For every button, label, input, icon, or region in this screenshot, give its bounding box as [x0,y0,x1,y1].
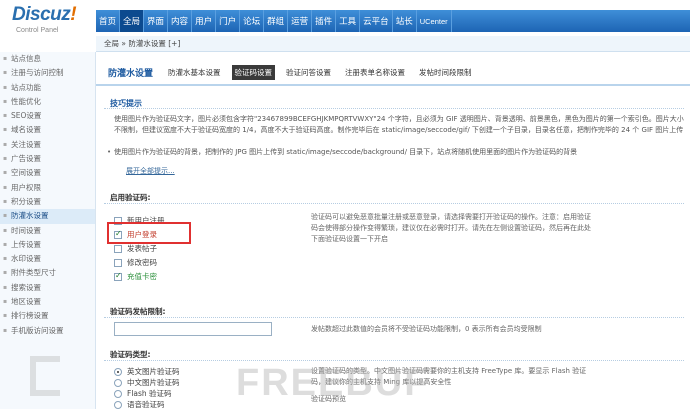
captcha-option-checkbox[interactable]: 发表帖子 [114,243,157,254]
divider [104,317,684,318]
checkbox-label: 发表帖子 [127,244,157,253]
captcha-enable-label: 启用验证码: [110,193,151,202]
settings-tab[interactable]: 防灌水基本设置 [165,65,224,80]
checkbox-label: 修改密码 [127,258,157,267]
tip-item: 使用图片作为验证码文字，图片必须包含字符"23467899BCEFGHJKMPQ… [114,114,686,136]
checkbox-box[interactable] [114,271,122,281]
sidebar-item[interactable]: 站点功能 [0,81,95,96]
radio-label: 语音验证码 [127,400,165,409]
post-limit-label: 验证码发帖限制: [110,307,166,316]
sidebar-item[interactable]: 时间设置 [0,224,95,239]
settings-page-title: 防灌水设置 [108,68,154,79]
sidebar-item[interactable]: 手机版访问设置 [0,324,95,339]
watermark: FREEBUF [236,362,430,404]
captcha-type-radio[interactable]: Flash 验证码 [114,388,172,399]
sidebar-item[interactable]: 地区设置 [0,295,95,310]
settings-tab[interactable]: 注册表单名称设置 [342,65,408,80]
topnav-item[interactable]: 站长 [393,10,417,32]
sidebar-item[interactable]: 水印设置 [0,252,95,267]
captcha-type-radio[interactable]: 英文图片验证码 [114,366,180,377]
sidebar-item[interactable]: SEO设置 [0,109,95,124]
sidebar-item[interactable]: 排行榜设置 [0,309,95,324]
top-navigation: 首页 全局 界面 内容 用户 门户 论坛 群组 运营 插件 工具 云平台 站长 UCenter [96,10,690,32]
checkbox-box[interactable] [114,258,122,267]
topnav-item[interactable]: 内容 [168,10,193,32]
topnav-item[interactable]: 云平台 [360,10,393,32]
settings-tab[interactable]: 验证码设置 [231,64,276,80]
radio-label: 英文图片验证码 [127,367,180,376]
radio-dot[interactable] [114,400,122,409]
sidebar-item[interactable]: 空间设置 [0,166,95,181]
sidebar-item[interactable]: 域名设置 [0,123,95,138]
topnav-item[interactable]: UCenter [417,10,452,32]
breadcrumb: 全局 » 防灌水设置 [+] [96,36,690,52]
sidebar-item[interactable]: 防灌水设置 [0,209,95,224]
topnav-item[interactable]: 插件 [312,10,337,32]
freebuf-watermark-icon [30,356,60,396]
settings-tabs: 防灌水设置 防灌水基本设置 验证码设置 验证问答设置 注册表单名称设置 发帖时间段限制 [96,60,690,86]
topnav-item[interactable]: 群组 [264,10,289,32]
captcha-option-checkbox[interactable]: 修改密码 [114,257,157,268]
topnav-item[interactable]: 门户 [216,10,241,32]
sidebar-item[interactable]: 上传设置 [0,238,95,253]
topnav-item[interactable]: 工具 [336,10,361,32]
settings-tab[interactable]: 发帖时间段限制 [416,65,475,80]
sidebar-item[interactable]: 积分设置 [0,195,95,210]
checkbox-box[interactable] [114,244,122,253]
sidebar-item[interactable]: 用户权限 [0,181,95,196]
radio-dot[interactable] [114,378,122,387]
captcha-type-label: 验证码类型: [110,350,151,359]
topnav-item[interactable]: 运营 [288,10,313,32]
post-limit-description: 发帖数超过此数值的会员将不受验证码功能限制，0 表示所有会员均受限制 [311,325,542,333]
discuz-logo[interactable]: Discuz! [12,4,77,26]
topnav-item[interactable]: 界面 [144,10,169,32]
captcha-type-radio[interactable]: 语音验证码 [114,399,165,409]
show-all-tips-link[interactable]: 展开全部提示... [126,166,175,176]
divider [104,203,684,204]
radio-label: 中文图片验证码 [127,378,180,387]
sidebar-item[interactable]: 附件类型尺寸 [0,266,95,281]
checkbox-label: 充值卡密 [127,272,157,281]
topnav-item[interactable]: 全局 [120,10,145,32]
divider [104,108,684,109]
captcha-option-checkbox[interactable]: 充值卡密 [114,271,157,282]
captcha-enable-description: 验证码可以避免恶意批量注册或恶意登录，请选择需要打开验证码的操作。注意：启用验证… [311,213,591,243]
radio-label: Flash 验证码 [127,389,172,398]
post-limit-input[interactable] [114,322,272,336]
sidebar-item[interactable]: 搜索设置 [0,281,95,296]
topnav-item[interactable]: 用户 [192,10,217,32]
topnav-item[interactable]: 论坛 [240,10,265,32]
captcha-type-radio[interactable]: 中文图片验证码 [114,377,180,388]
brand-logo-area: Discuz! Control Panel [0,0,96,38]
logo-subtitle: Control Panel [16,27,59,34]
sidebar-item[interactable]: 广告设置 [0,152,95,167]
sidebar-item[interactable]: 关注设置 [0,138,95,153]
tip-item: 使用图片作为验证码的背景，把制作的 JPG 图片上传到 static/image… [107,147,686,158]
sidebar-item[interactable]: 站点信息 [0,52,95,67]
topnav-item[interactable]: 首页 [96,10,121,32]
highlight-annotation-box [107,222,191,244]
sidebar-item[interactable]: 注册与访问控制 [0,66,95,81]
divider [104,360,684,361]
sidebar-item[interactable]: 性能优化 [0,95,95,110]
settings-tab[interactable]: 验证问答设置 [283,65,334,80]
radio-dot[interactable] [114,367,122,376]
radio-dot[interactable] [114,389,122,398]
